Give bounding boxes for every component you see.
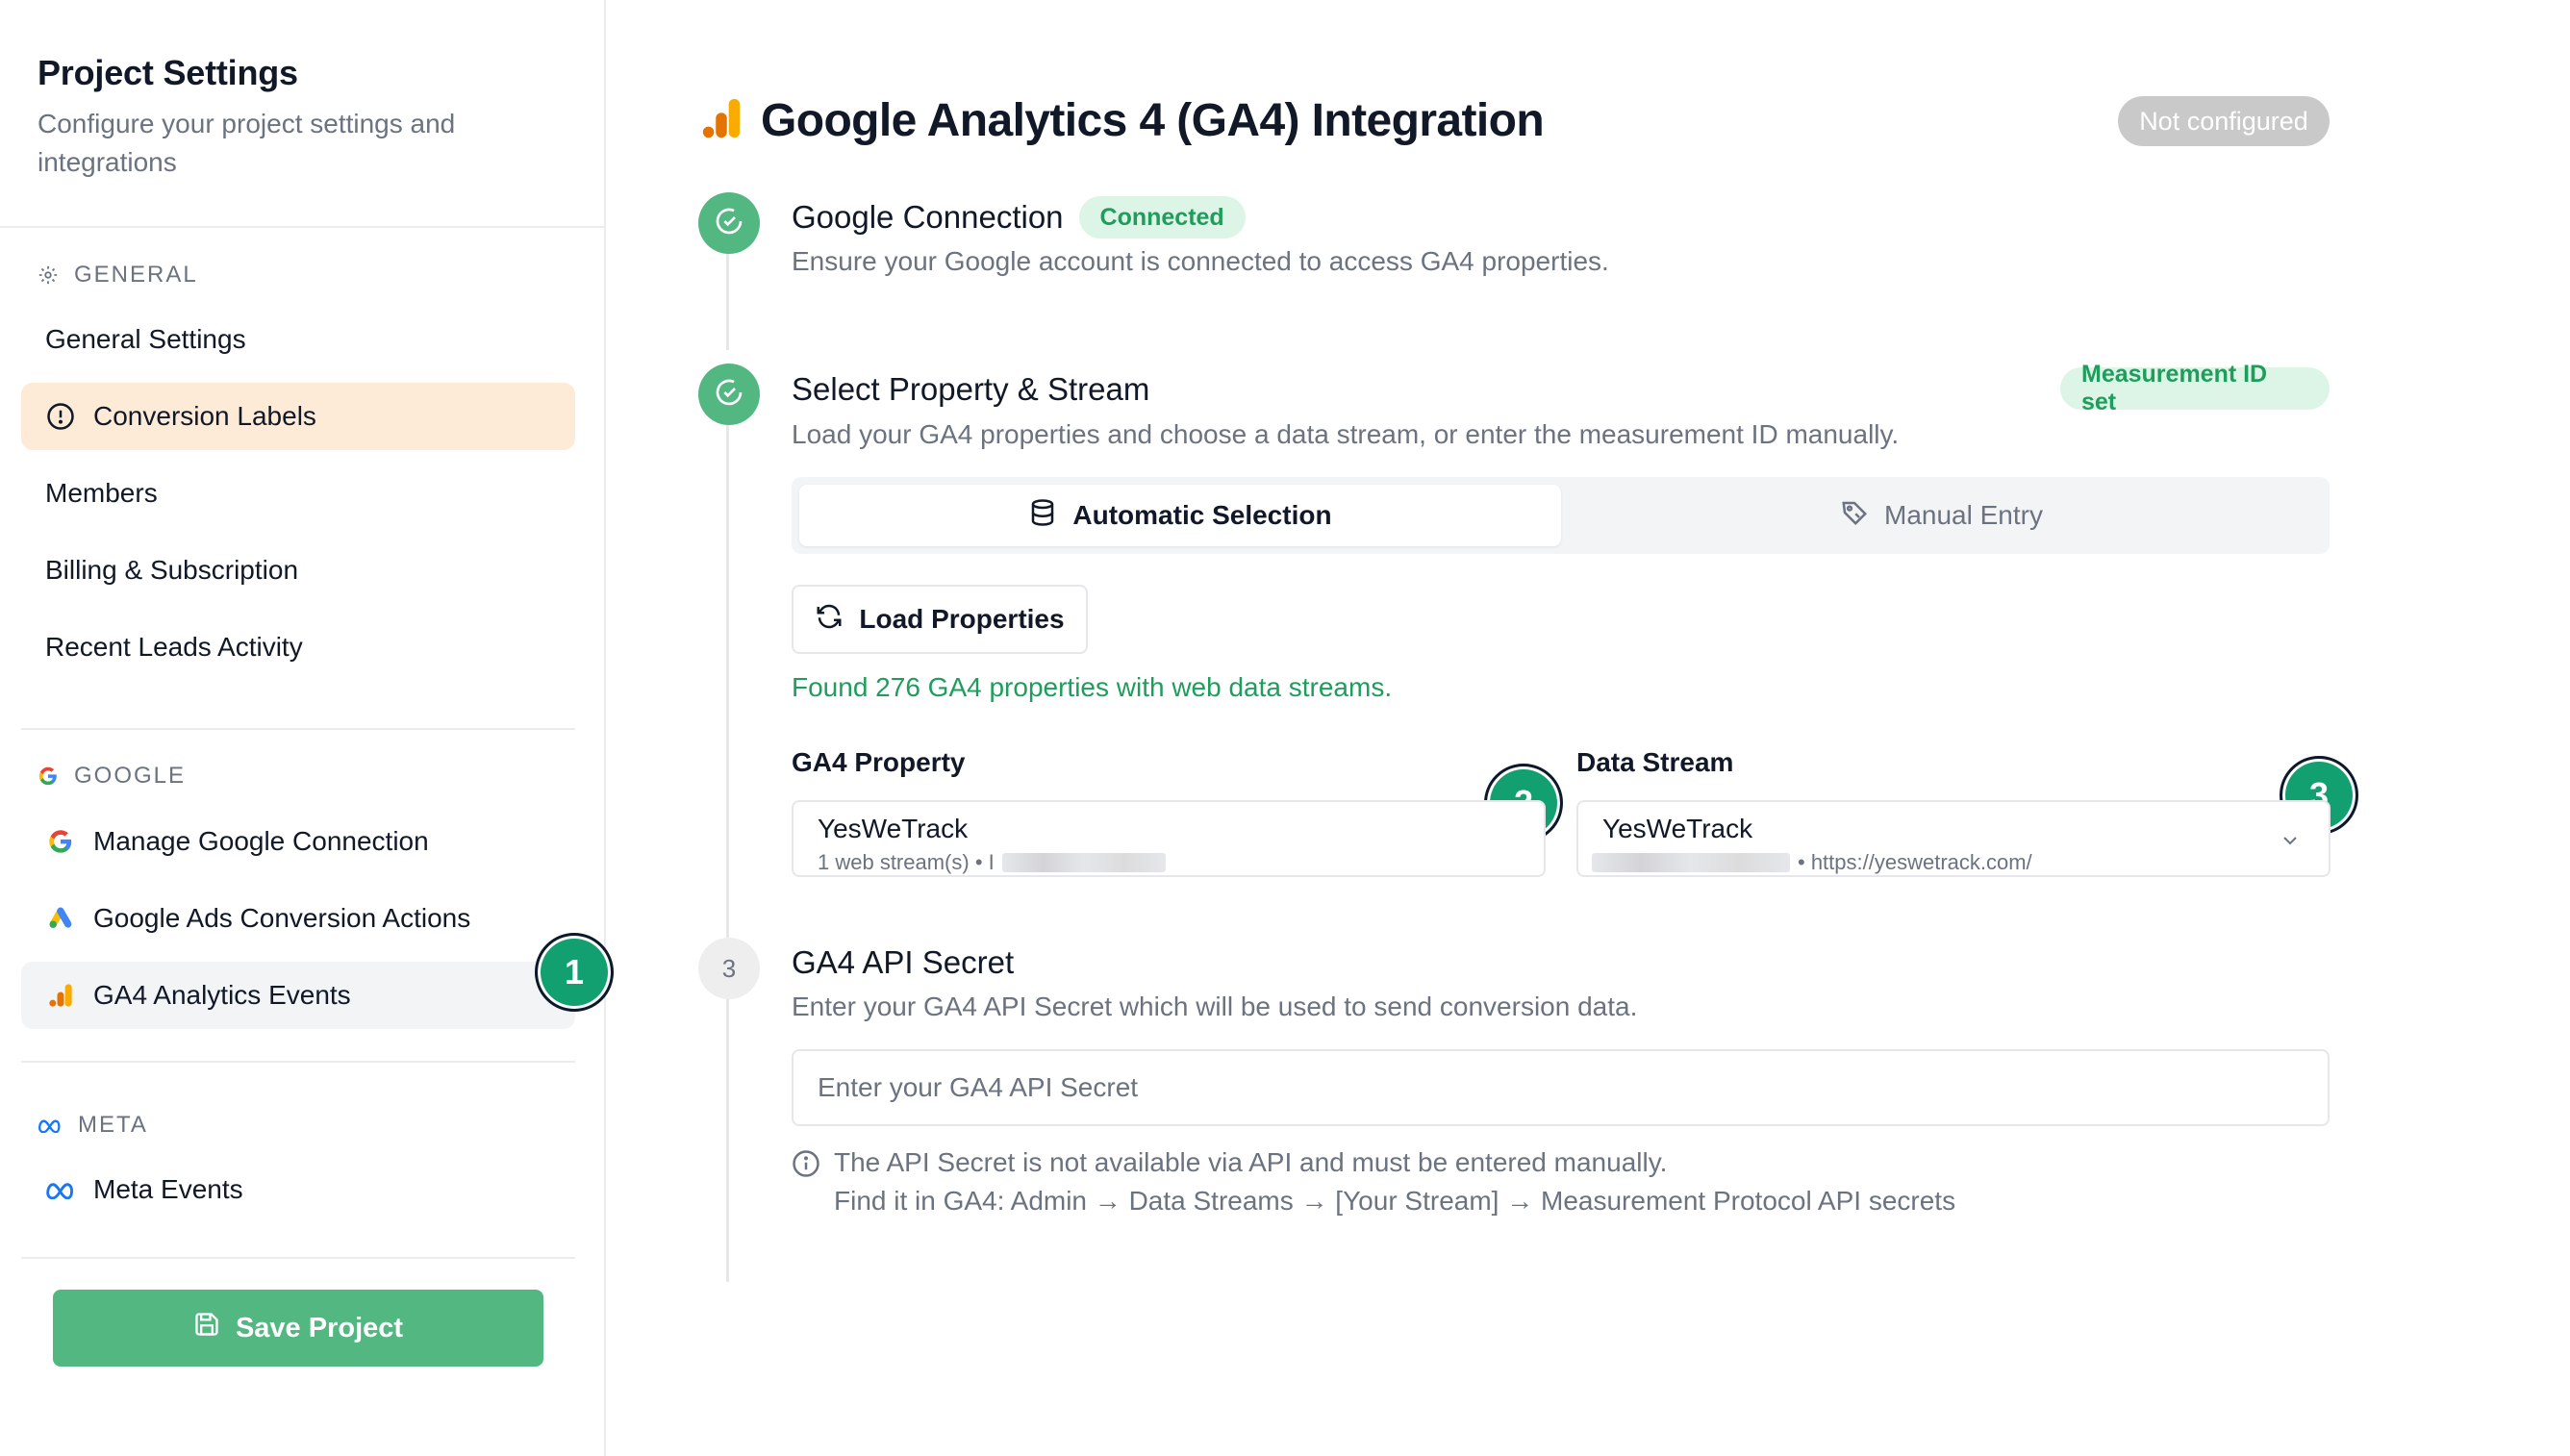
load-properties-label: Load Properties	[859, 604, 1065, 634]
meta-icon	[38, 1115, 63, 1136]
section-general: GENERAL	[38, 262, 198, 289]
alert-circle-icon	[45, 401, 76, 432]
sidebar-item-recent-leads[interactable]: Recent Leads Activity	[21, 614, 575, 681]
meta-icon	[45, 1174, 76, 1205]
section-google: GOOGLE	[38, 763, 186, 790]
redacted-id	[1001, 853, 1166, 872]
sidebar-item-meta-events[interactable]: Meta Events	[21, 1156, 575, 1223]
step-title-text: Google Connection	[792, 199, 1064, 235]
help-text: The API Secret is not available via API …	[834, 1143, 1955, 1220]
step-2-title: Select Property & Stream	[792, 371, 1150, 407]
sidebar-item-label: Meta Events	[93, 1174, 243, 1204]
sidebar-header: Project Settings Configure your project …	[38, 53, 576, 182]
ga4-property-select[interactable]: YesWeTrack 1 web stream(s) • I	[792, 800, 1546, 877]
status-badge: Not configured	[2118, 96, 2330, 146]
sidebar-item-google-ads-actions[interactable]: Google Ads Conversion Actions	[21, 885, 575, 952]
sidebar-title: Project Settings	[38, 53, 298, 92]
sidebar-subtitle: Configure your project settings and inte…	[38, 109, 456, 177]
step-1-title: Google Connection Connected	[792, 196, 1246, 238]
sidebar-item-billing[interactable]: Billing & Subscription	[21, 537, 575, 604]
database-icon	[1028, 498, 1057, 534]
data-stream-label: Data Stream	[1576, 747, 1734, 777]
step-2-description: Load your GA4 properties and choose a da…	[792, 419, 1900, 449]
properties-found-message: Found 276 GA4 properties with web data s…	[792, 672, 1393, 702]
sidebar-item-label: Google Ads Conversion Actions	[93, 903, 471, 933]
help-text-line-1: The API Secret is not available via API …	[834, 1147, 1668, 1177]
check-circle-icon	[714, 206, 744, 241]
ga4-property-label: GA4 Property	[792, 747, 966, 777]
data-stream-select[interactable]: YesWeTrack • https://yeswetrack.com/	[1576, 800, 2331, 877]
chevron-down-icon	[2279, 829, 2302, 857]
ga4-property-value: YesWeTrack	[818, 814, 969, 843]
data-stream-detail: • https://yeswetrack.com/	[1592, 850, 2032, 875]
step-3-description: Enter your GA4 API Secret which will be …	[792, 992, 1638, 1021]
load-properties-button[interactable]: Load Properties	[792, 585, 1088, 654]
measurement-id-badge-label: Measurement ID set	[2060, 361, 2330, 415]
step-3-title: GA4 API Secret	[792, 944, 1015, 980]
google-icon	[45, 826, 76, 857]
tab-label: Automatic Selection	[1072, 500, 1332, 530]
google-ads-icon	[45, 903, 76, 934]
step-connector	[726, 425, 729, 941]
step-2-indicator	[698, 364, 760, 425]
gear-icon	[38, 264, 59, 286]
sidebar-item-conversion-labels[interactable]: Conversion Labels	[21, 383, 575, 450]
data-stream-value: YesWeTrack	[1602, 814, 1753, 843]
sidebar-item-label: Billing & Subscription	[45, 555, 299, 585]
sidebar-item-label: GA4 Analytics Events	[93, 980, 351, 1010]
sidebar-divider	[0, 226, 606, 228]
section-meta-label: META	[78, 1112, 148, 1138]
tab-label: Manual Entry	[1884, 500, 2043, 530]
sidebar-divider	[21, 728, 575, 730]
section-meta: META	[38, 1112, 148, 1139]
measurement-id-badge: Measurement ID set	[2060, 361, 2330, 415]
redacted-id	[1592, 853, 1790, 872]
step-1-description: Ensure your Google account is connected …	[792, 246, 1609, 276]
google-icon	[38, 766, 59, 787]
help-text-line-2: Find it in GA4: Admin → Data Streams → […	[834, 1186, 1956, 1216]
tab-automatic-selection[interactable]: Automatic Selection	[799, 485, 1561, 546]
data-stream-detail-text: • https://yeswetrack.com/	[1798, 850, 2032, 874]
sidebar-item-ga4-events[interactable]: GA4 Analytics Events	[21, 962, 575, 1029]
sidebar-item-manage-google[interactable]: Manage Google Connection	[21, 808, 575, 875]
sidebar-item-label: Conversion Labels	[93, 401, 316, 431]
tab-manual-entry[interactable]: Manual Entry	[1561, 485, 2322, 546]
sidebar-item-general-settings[interactable]: General Settings	[21, 306, 575, 373]
sidebar-item-label: General Settings	[45, 324, 246, 354]
step-connector	[726, 254, 729, 350]
save-project-label: Save Project	[235, 1312, 404, 1343]
tag-pen-icon	[1840, 498, 1869, 534]
sidebar-item-label: Members	[45, 478, 158, 508]
section-google-label: GOOGLE	[74, 763, 187, 789]
sidebar-divider	[21, 1257, 575, 1259]
step-3-indicator: 3	[698, 938, 760, 999]
save-icon	[193, 1311, 220, 1345]
callout-badge-1: 1	[535, 933, 614, 1012]
sidebar-item-label: Manage Google Connection	[93, 826, 429, 856]
sidebar: Project Settings Configure your project …	[0, 0, 606, 1456]
ga4-property-detail-text: 1 web stream(s) • I	[818, 850, 995, 874]
page-header: Google Analytics 4 (GA4) Integration	[699, 94, 1545, 147]
connected-badge: Connected	[1078, 196, 1246, 238]
ga4-icon	[699, 95, 743, 146]
sidebar-item-label: Recent Leads Activity	[45, 632, 303, 662]
check-circle-icon	[714, 377, 744, 413]
ga4-icon	[45, 980, 76, 1011]
info-icon	[792, 1149, 820, 1220]
page-title: Google Analytics 4 (GA4) Integration	[761, 95, 1545, 146]
step-1-indicator	[698, 192, 760, 254]
step-connector	[726, 999, 729, 1282]
api-secret-help: The API Secret is not available via API …	[792, 1143, 1955, 1220]
sidebar-divider	[21, 1061, 575, 1063]
api-secret-input[interactable]: Enter your GA4 API Secret	[792, 1049, 2330, 1126]
save-project-button[interactable]: Save Project	[53, 1290, 543, 1367]
selection-mode-tabs: Automatic Selection Manual Entry	[792, 477, 2330, 554]
refresh-icon	[815, 602, 844, 638]
ga4-property-detail: 1 web stream(s) • I	[818, 850, 1166, 875]
section-general-label: GENERAL	[74, 262, 198, 288]
sidebar-item-members[interactable]: Members	[21, 460, 575, 527]
